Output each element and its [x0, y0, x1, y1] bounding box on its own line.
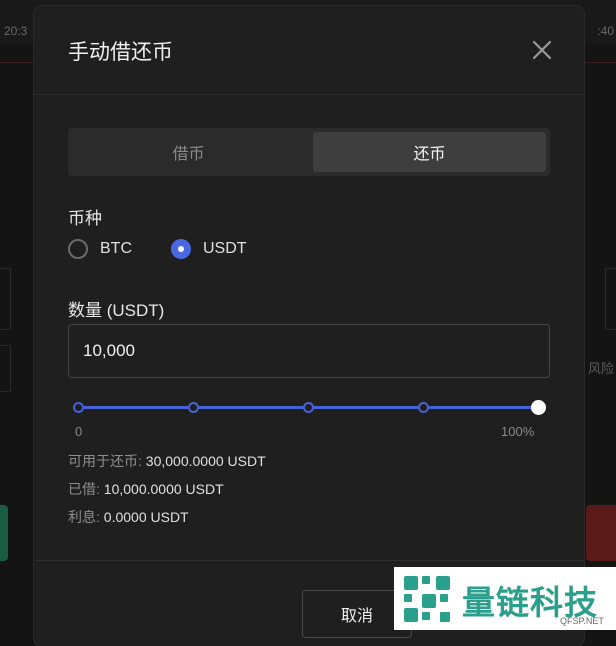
slider-mark[interactable] — [72, 402, 84, 413]
coin-option-btc[interactable]: BTC — [68, 236, 132, 262]
background-divider-left — [0, 62, 34, 63]
background-sell-button — [586, 505, 616, 561]
radio-unchecked-icon — [68, 239, 88, 259]
dialog-title: 手动借还币 — [68, 41, 173, 64]
amount-slider[interactable] — [72, 398, 546, 418]
background-buy-button — [0, 505, 8, 561]
borrow-repay-dialog: 手动借还币 借币 还币 币种 BTC USDT 数量 (USDT) 0 100%… — [34, 6, 584, 646]
background-time-left: 20:3 — [4, 24, 28, 38]
background-panel-left-2 — [0, 345, 11, 392]
borrowed-key: 已借: — [68, 481, 100, 497]
borrowed-amount: 已借: 10,000.0000 USDT — [68, 479, 224, 499]
radio-checked-icon — [171, 239, 191, 259]
coin-option-usdt[interactable]: USDT — [171, 236, 247, 262]
coin-radio-group: BTC USDT — [68, 236, 368, 262]
tab-borrow[interactable]: 借币 — [72, 132, 305, 172]
interest-amount: 利息: 0.0000 USDT — [68, 507, 189, 527]
available-value: 30,000.0000 USDT — [145, 453, 266, 469]
close-button[interactable] — [530, 38, 554, 62]
background-panel-right — [605, 268, 616, 330]
amount-input[interactable] — [68, 324, 550, 378]
available-key: 可用于还币: — [68, 453, 142, 469]
slider-min-label: 0 — [75, 424, 83, 439]
slider-mark[interactable] — [417, 402, 429, 413]
interest-value: 0.0000 USDT — [103, 509, 189, 525]
coin-option-label: USDT — [203, 240, 247, 257]
interest-key: 利息: — [68, 509, 100, 525]
watermark-text: 量链科技 QFSP.NET — [462, 572, 612, 626]
watermark: 量链科技 QFSP.NET — [394, 567, 616, 630]
watermark-logo-icon — [404, 575, 450, 622]
slider-max-label: 100% — [501, 424, 535, 439]
borrowed-value: 10,000.0000 USDT — [103, 481, 224, 497]
close-icon — [532, 40, 552, 60]
tab-repay[interactable]: 还币 — [313, 132, 546, 172]
coin-option-label: BTC — [100, 240, 132, 257]
slider-handle[interactable] — [530, 400, 546, 415]
background-risk-text: 风险 — [587, 361, 614, 376]
slider-mark[interactable] — [302, 402, 314, 413]
watermark-domain: QFSP.NET — [560, 615, 604, 626]
amount-label: 数量 (USDT) — [68, 301, 165, 320]
background-divider-right — [584, 62, 616, 63]
background-time-right: :40 — [597, 24, 614, 38]
dialog-header: 手动借还币 — [34, 6, 584, 95]
slider-mark[interactable] — [187, 402, 199, 413]
background-panel-left — [0, 268, 11, 330]
footer-divider — [34, 560, 584, 561]
coin-label: 币种 — [68, 209, 102, 228]
borrow-repay-tabs: 借币 还币 — [68, 128, 550, 176]
available-to-repay: 可用于还币: 30,000.0000 USDT — [68, 451, 266, 471]
